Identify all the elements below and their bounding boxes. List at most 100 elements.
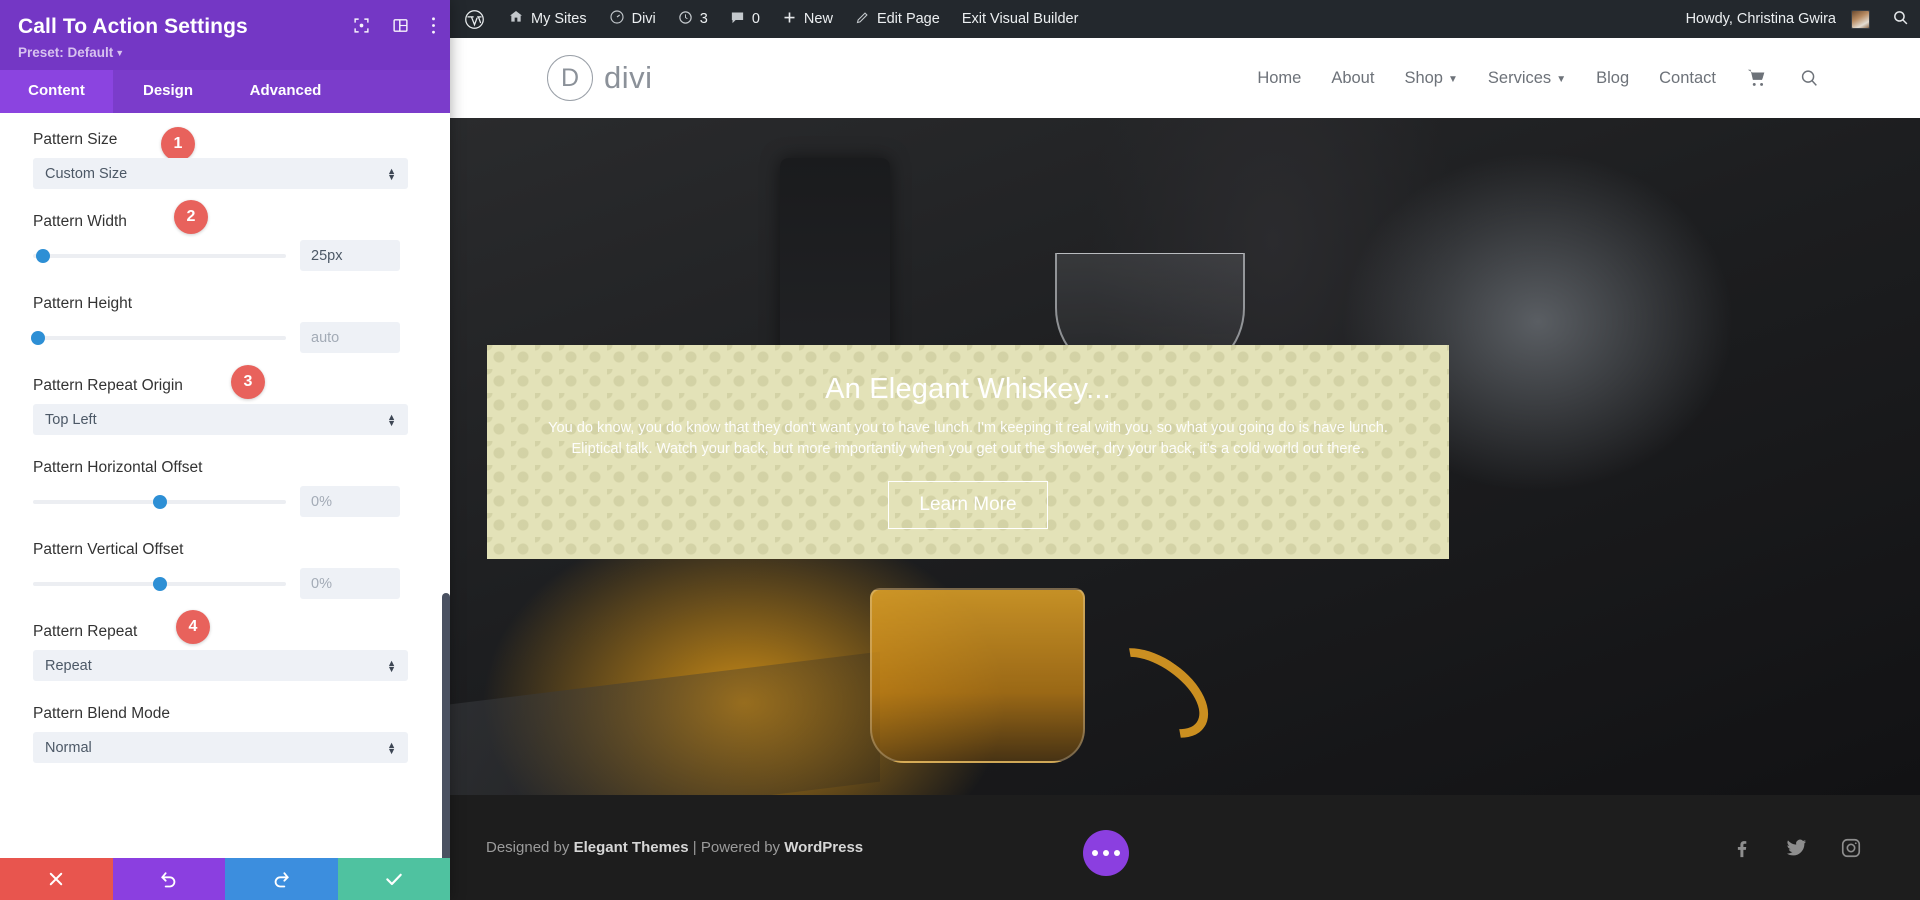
module-settings-panel: Call To Action Settings Preset: Default▼ xyxy=(0,0,450,900)
adminbar-item-edit-page[interactable]: Edit Page xyxy=(844,0,951,38)
select-arrows-icon: ▲▼ xyxy=(387,660,396,672)
select-value: Top Left xyxy=(45,412,97,428)
tab-advanced[interactable]: Advanced xyxy=(223,70,348,113)
pattern-blend-mode-select[interactable]: Normal ▲▼ xyxy=(33,732,408,763)
nav-label: Shop xyxy=(1404,69,1443,88)
footer-brand-elegant-themes[interactable]: Elegant Themes xyxy=(574,839,689,856)
search-icon[interactable] xyxy=(1798,67,1820,89)
background-tumbler-decoration xyxy=(870,588,1085,763)
field-label: Pattern Blend Mode xyxy=(33,705,170,723)
pattern-size-select[interactable]: Custom Size ▲▼ xyxy=(33,158,408,189)
field-label: Pattern Size xyxy=(33,131,117,149)
site-footer: Designed by Elegant Themes | Powered by … xyxy=(450,795,1920,900)
nav-item-about[interactable]: About xyxy=(1331,69,1374,88)
site-logo[interactable]: D divi xyxy=(547,55,653,101)
select-arrows-icon: ▲▼ xyxy=(387,742,396,754)
select-value: Repeat xyxy=(45,658,92,674)
nav-item-home[interactable]: Home xyxy=(1257,69,1301,88)
redo-button[interactable] xyxy=(225,858,338,900)
twitter-icon[interactable] xyxy=(1785,836,1808,859)
page-settings-fab[interactable] xyxy=(1083,830,1129,876)
pattern-repeat-select[interactable]: Repeat ▲▼ xyxy=(33,650,408,681)
save-changes-button[interactable] xyxy=(338,858,451,900)
adminbar-label: Divi xyxy=(632,11,656,27)
pattern-vertical-offset-input[interactable]: 0% xyxy=(300,568,400,599)
slider-knob[interactable] xyxy=(153,577,167,591)
avatar xyxy=(1851,10,1870,29)
search-icon xyxy=(1892,9,1909,30)
field-pattern-width: Pattern Width 2 25px xyxy=(33,213,410,271)
pattern-width-input[interactable]: 25px xyxy=(300,240,400,271)
adminbar-item-updates[interactable]: 3 xyxy=(667,0,719,38)
preset-selector[interactable]: Preset: Default▼ xyxy=(18,45,432,60)
nav-label: About xyxy=(1331,69,1374,88)
field-pattern-blend-mode: Pattern Blend Mode Normal ▲▼ xyxy=(33,705,410,763)
adminbar-account[interactable]: Howdy, Christina Gwira xyxy=(1675,0,1881,38)
updates-icon xyxy=(678,10,693,29)
nav-label: Services xyxy=(1488,69,1551,88)
field-pattern-vertical-offset: Pattern Vertical Offset 0% xyxy=(33,541,410,599)
pattern-vertical-offset-slider[interactable] xyxy=(33,568,286,599)
footer-brand-wordpress[interactable]: WordPress xyxy=(784,839,863,856)
field-label: Pattern Vertical Offset xyxy=(33,541,183,559)
tab-content[interactable]: Content xyxy=(0,70,113,113)
pattern-horizontal-offset-input[interactable]: 0% xyxy=(300,486,400,517)
background-peel-decoration xyxy=(1086,630,1224,756)
nav-label: Home xyxy=(1257,69,1301,88)
adminbar-item-new[interactable]: New xyxy=(771,0,844,38)
adminbar-label: My Sites xyxy=(531,11,587,27)
undo-button[interactable] xyxy=(113,858,226,900)
pattern-vertical-offset-control: 0% xyxy=(33,568,410,599)
chevron-down-icon: ▼ xyxy=(1556,74,1566,85)
cancel-changes-button[interactable] xyxy=(0,858,113,900)
hero-section: An Elegant Whiskey... You do know, you d… xyxy=(450,118,1920,798)
visual-builder-preview: D divi Home About Shop ▼ Services ▼ Blog… xyxy=(450,38,1920,900)
pattern-horizontal-offset-slider[interactable] xyxy=(33,486,286,517)
pattern-height-input[interactable]: auto xyxy=(300,322,400,353)
pattern-horizontal-offset-control: 0% xyxy=(33,486,410,517)
chevron-down-icon: ▼ xyxy=(1448,74,1458,85)
cta-learn-more-button[interactable]: Learn More xyxy=(888,481,1047,529)
adminbar-search-button[interactable] xyxy=(1881,0,1920,38)
plus-icon xyxy=(782,10,797,29)
field-pattern-repeat: Pattern Repeat 4 Repeat ▲▼ xyxy=(33,623,410,681)
cart-icon[interactable] xyxy=(1746,67,1768,89)
close-icon xyxy=(47,870,65,888)
field-label: Pattern Repeat Origin xyxy=(33,377,183,395)
panel-scrollbar[interactable] xyxy=(442,593,450,858)
field-label: Pattern Width xyxy=(33,213,127,231)
pencil-icon xyxy=(855,10,870,29)
focus-target-icon[interactable] xyxy=(353,17,370,34)
slider-knob[interactable] xyxy=(36,249,50,263)
nav-item-blog[interactable]: Blog xyxy=(1596,69,1629,88)
nav-item-contact[interactable]: Contact xyxy=(1659,69,1716,88)
panel-header-icons xyxy=(353,16,436,35)
chevron-down-icon: ▼ xyxy=(115,48,124,58)
pattern-width-slider[interactable] xyxy=(33,240,286,271)
call-to-action-module[interactable]: An Elegant Whiskey... You do know, you d… xyxy=(487,345,1449,559)
adminbar-item-comments[interactable]: 0 xyxy=(719,0,771,38)
layout-columns-icon[interactable] xyxy=(392,17,409,34)
slider-knob[interactable] xyxy=(153,495,167,509)
tab-design[interactable]: Design xyxy=(113,70,223,113)
adminbar-item-my-sites[interactable]: My Sites xyxy=(497,0,598,38)
nav-item-services[interactable]: Services ▼ xyxy=(1488,69,1566,88)
more-vertical-icon[interactable] xyxy=(431,16,436,35)
adminbar-item-divi[interactable]: Divi xyxy=(598,0,667,38)
sites-icon xyxy=(508,9,524,29)
adminbar-item-exit-visual-builder[interactable]: Exit Visual Builder xyxy=(951,0,1090,38)
pattern-repeat-origin-select[interactable]: Top Left ▲▼ xyxy=(33,404,408,435)
updates-count: 3 xyxy=(700,11,708,27)
slider-track xyxy=(33,254,286,258)
nav-item-shop[interactable]: Shop ▼ xyxy=(1404,69,1457,88)
adminbar-label: New xyxy=(804,11,833,27)
wordpress-logo-icon[interactable] xyxy=(450,0,497,38)
instagram-icon[interactable] xyxy=(1840,837,1862,859)
check-icon xyxy=(384,869,404,889)
field-label: Pattern Horizontal Offset xyxy=(33,459,202,477)
facebook-icon[interactable] xyxy=(1731,837,1753,859)
pattern-height-control: auto xyxy=(33,322,410,353)
preset-label: Preset: Default xyxy=(18,45,113,60)
pattern-height-slider[interactable] xyxy=(33,322,286,353)
slider-knob[interactable] xyxy=(31,331,45,345)
